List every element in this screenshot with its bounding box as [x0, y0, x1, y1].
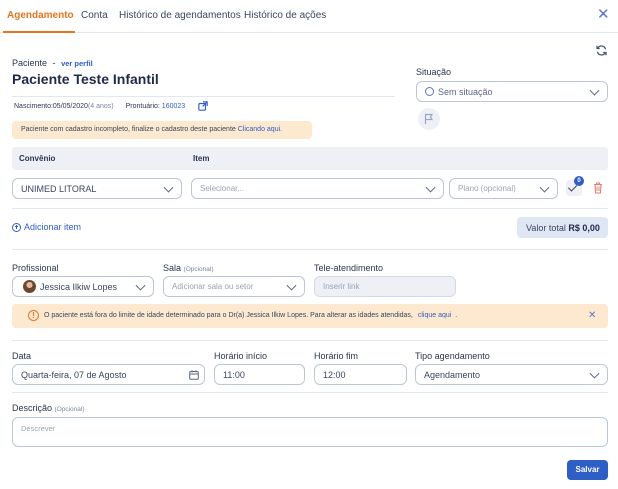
- add-item-button[interactable]: Adicionar item: [12, 222, 81, 232]
- refresh-icon[interactable]: [595, 44, 608, 57]
- item-select[interactable]: Selecionar...: [191, 178, 444, 199]
- description-optional: (Opcional): [54, 406, 85, 413]
- room-optional: (Opcional): [183, 266, 214, 273]
- items-divider: [12, 208, 608, 209]
- start-time-label: Horário início: [214, 351, 268, 361]
- chevron-down-icon: [163, 182, 174, 193]
- room-placeholder: Adicionar sala ou setor: [172, 282, 254, 291]
- status-select[interactable]: Sem situação: [416, 81, 608, 102]
- record-number[interactable]: 160023: [162, 103, 185, 110]
- col-convenio: Convênio: [19, 154, 56, 163]
- end-time-label: Horário fim: [314, 351, 359, 361]
- start-time-input[interactable]: 11:00: [214, 364, 305, 385]
- avatar: [23, 280, 36, 293]
- age-alert-link[interactable]: clique aqui: [418, 312, 451, 319]
- plan-select[interactable]: Plano (opcional): [449, 178, 558, 199]
- tab-agendamento[interactable]: Agendamento: [7, 10, 74, 21]
- add-item-label: Adicionar item: [24, 222, 82, 232]
- chevron-down-icon: [135, 280, 146, 291]
- total-value: R$ 0,00: [568, 223, 600, 233]
- flag-icon: [424, 113, 434, 124]
- close-icon[interactable]: ✕: [597, 7, 610, 22]
- chevron-down-icon: [539, 182, 550, 193]
- warning-icon: !: [28, 310, 39, 321]
- section-divider: [12, 249, 608, 250]
- age-alert-text: O paciente está fora do limite de idade …: [44, 312, 457, 319]
- age-limit-alert: ! O paciente está fora do limite de idad…: [12, 304, 608, 328]
- item-count-badge: 0: [574, 176, 584, 186]
- close-icon[interactable]: ✕: [588, 310, 596, 321]
- description-textarea[interactable]: Descrever: [12, 417, 608, 447]
- schedule-type-value: Agendamento: [424, 369, 481, 380]
- external-link-icon[interactable]: [198, 101, 208, 111]
- start-time-value: 11:00: [223, 369, 245, 380]
- patient-divider: [12, 96, 395, 97]
- section-divider: [12, 340, 608, 341]
- checklist-button[interactable]: 0: [566, 176, 584, 196]
- professional-label: Profissional: [12, 263, 59, 273]
- view-profile-link[interactable]: ver perfil: [61, 59, 93, 68]
- chevron-down-icon: [589, 85, 600, 96]
- birth-label: Nascimento:: [14, 103, 53, 110]
- end-time-input[interactable]: 12:00: [314, 364, 407, 385]
- date-label: Data: [12, 351, 32, 361]
- chevron-down-icon: [589, 368, 600, 379]
- tele-placeholder: Inserir link: [323, 282, 360, 291]
- plan-placeholder: Plano (opcional): [458, 184, 516, 193]
- professional-value: Jessica Ilkiw Lopes: [40, 281, 118, 292]
- schedule-type-select[interactable]: Agendamento: [415, 364, 608, 385]
- section-divider: [12, 392, 608, 393]
- schedule-type-label: Tipo agendamento: [415, 351, 490, 361]
- incomplete-registration-alert: Paciente com cadastro incompleto, finali…: [12, 121, 312, 139]
- items-table-header: Convênio Item: [12, 147, 608, 170]
- patient-label: Paciente: [12, 58, 48, 68]
- convenio-select[interactable]: UNIMED LITORAL: [12, 178, 182, 199]
- date-input[interactable]: Quarta-feira, 07 de Agosto: [12, 364, 205, 385]
- professional-select[interactable]: Jessica Ilkiw Lopes: [12, 276, 154, 297]
- tele-label: Tele-atendimento: [314, 263, 384, 273]
- description-label: Descrição (Opcional): [12, 403, 85, 413]
- tab-bar: Agendamento Conta Histórico de agendamen…: [0, 0, 618, 33]
- patient-age: (4 anos): [87, 103, 114, 110]
- item-placeholder: Selecionar...: [200, 184, 245, 193]
- tab-conta[interactable]: Conta: [81, 10, 108, 21]
- date-value: Quarta-feira, 07 de Agosto: [21, 369, 127, 380]
- tab-historico-acoes[interactable]: Histórico de ações: [244, 10, 326, 21]
- tele-link-input[interactable]: Inserir link: [314, 276, 456, 297]
- status-circle-icon: [425, 87, 434, 96]
- record-label: Prontuário:: [125, 103, 160, 110]
- col-item: Item: [193, 154, 210, 163]
- end-time-value: 12:00: [323, 369, 346, 380]
- convenio-value: UNIMED LITORAL: [21, 183, 97, 194]
- status-label: Situação: [416, 67, 452, 77]
- age-alert-tail: .: [455, 312, 458, 319]
- incomplete-alert-text: Paciente com cadastro incompleto, finali…: [21, 126, 238, 133]
- description-label-text: Descrição: [12, 403, 53, 413]
- tab-historico-agendamentos[interactable]: Histórico de agendamentos: [119, 10, 241, 21]
- save-button[interactable]: Salvar: [567, 460, 608, 480]
- age-alert-message: O paciente está fora do limite de idade …: [44, 312, 413, 319]
- patient-info: Nascimento:05/05/2020(4 anos) Prontuário…: [14, 103, 185, 110]
- incomplete-alert-link[interactable]: Clicando aqui.: [238, 126, 282, 133]
- status-value: Sem situação: [438, 86, 493, 97]
- description-placeholder: Descrever: [21, 424, 56, 433]
- plus-circle-icon: [12, 222, 21, 232]
- birth-date: 05/05/2020: [52, 103, 88, 110]
- total-value-box: Valor total R$ 0,00: [517, 217, 608, 238]
- room-label: Sala (Opcional): [163, 263, 214, 273]
- active-tab-indicator: [3, 31, 75, 33]
- trash-icon[interactable]: [593, 182, 603, 194]
- room-select[interactable]: Adicionar sala ou setor: [163, 276, 305, 297]
- chevron-down-icon: [425, 182, 436, 193]
- patient-name: Paciente Teste Infantil: [12, 71, 159, 87]
- separator-dash: -: [52, 58, 56, 68]
- calendar-icon[interactable]: [189, 370, 199, 380]
- chevron-down-icon: [286, 280, 297, 291]
- total-label: Valor total: [526, 223, 566, 233]
- room-label-text: Sala: [163, 263, 182, 273]
- flag-button[interactable]: [418, 108, 440, 130]
- patient-header: Paciente - ver perfil: [12, 58, 93, 68]
